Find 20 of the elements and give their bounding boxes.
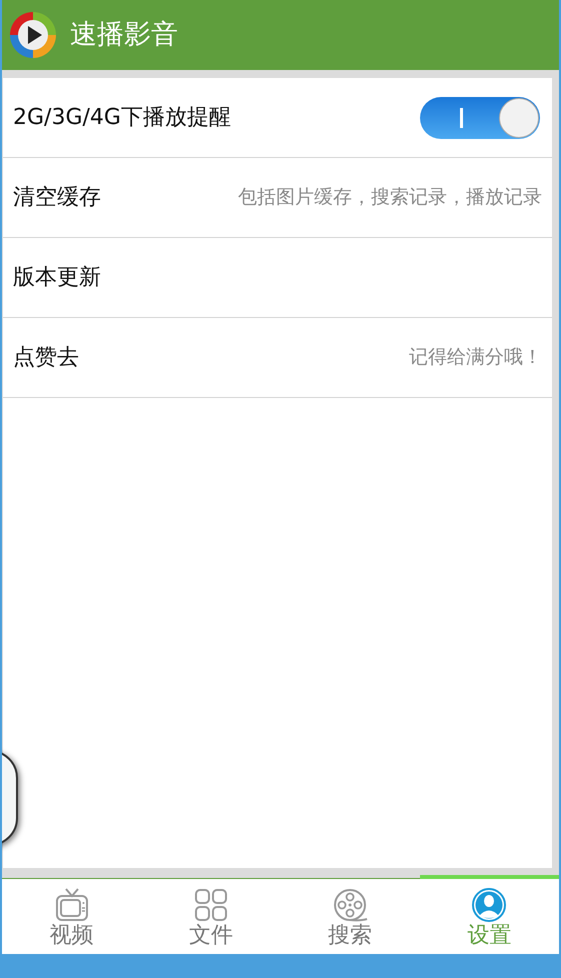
tv-icon bbox=[54, 887, 90, 923]
settings-row[interactable]: 清空缓存 包括图片缓存，搜索记录，播放记录 bbox=[3, 158, 552, 238]
toggle-switch[interactable] bbox=[420, 96, 540, 138]
nav-tab[interactable]: 视频 bbox=[2, 875, 142, 954]
nav-tab[interactable]: 文件 bbox=[141, 875, 280, 954]
nav-tab[interactable]: 搜索 bbox=[280, 875, 420, 954]
setting-hint: 包括图片缓存，搜索记录，播放记录 bbox=[238, 185, 542, 210]
film-reel-icon bbox=[332, 887, 368, 923]
setting-label: 版本更新 bbox=[13, 264, 101, 292]
setting-label: 清空缓存 bbox=[13, 184, 101, 212]
grid-icon bbox=[192, 887, 229, 923]
setting-hint: 记得给满分哦！ bbox=[409, 345, 542, 370]
setting-label: 2G/3G/4G下播放提醒 bbox=[13, 104, 231, 132]
setting-label: 点赞去 bbox=[13, 344, 79, 372]
app-title: 速播影音 bbox=[70, 18, 178, 52]
settings-row[interactable]: 2G/3G/4G下播放提醒 bbox=[3, 78, 552, 158]
play-logo-icon bbox=[8, 10, 58, 60]
settings-row[interactable]: 版本更新 bbox=[3, 238, 552, 318]
person-icon bbox=[471, 887, 508, 923]
settings-row[interactable]: 点赞去 记得给满分哦！ bbox=[3, 318, 552, 398]
